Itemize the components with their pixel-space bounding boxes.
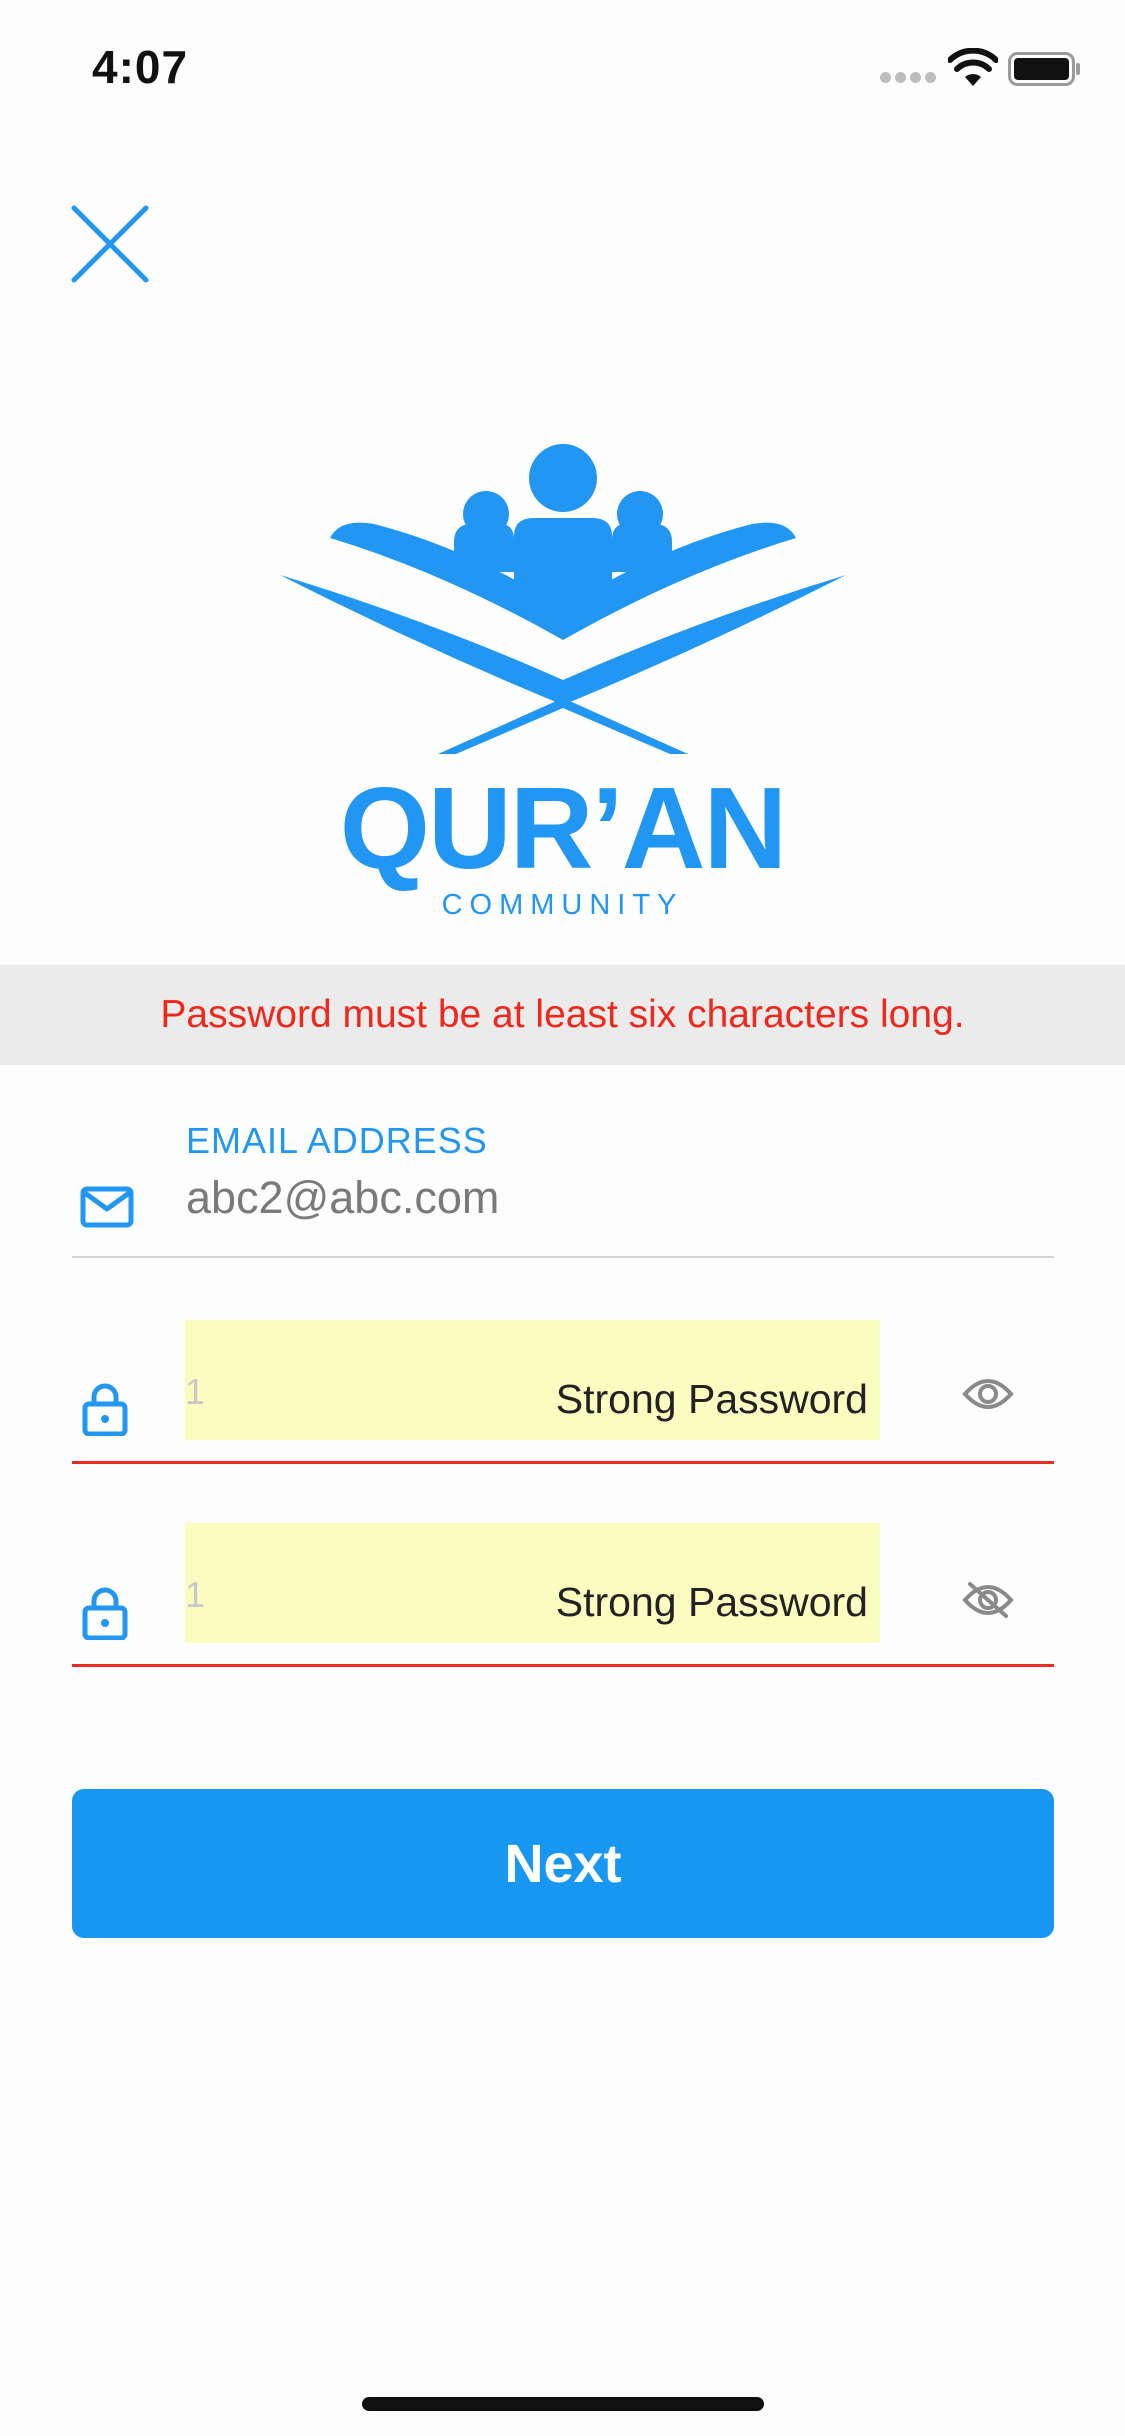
wifi-icon [948, 48, 998, 86]
signup-screen: 4:07 QUR’AN COMMUNITY Password must be a… [0, 0, 1125, 2436]
confirm-password-underline [72, 1664, 1054, 1667]
confirm-password-field[interactable]: 1 Strong Password [185, 1523, 880, 1643]
home-indicator [362, 2397, 764, 2411]
lock-icon [82, 1587, 128, 1640]
error-banner: Password must be at least six characters… [0, 965, 1125, 1065]
email-field[interactable]: abc2@abc.com [186, 1172, 499, 1224]
lock-icon [82, 1383, 128, 1436]
confirm-password-strength: Strong Password [555, 1579, 868, 1625]
eye-icon[interactable] [962, 1374, 1014, 1414]
mail-icon [80, 1186, 134, 1228]
password-value: 1 [185, 1371, 206, 1412]
confirm-password-value: 1 [185, 1574, 206, 1615]
email-underline [72, 1256, 1054, 1258]
signal-icon [880, 72, 936, 86]
next-button[interactable]: Next [72, 1789, 1054, 1938]
battery-icon [1008, 52, 1080, 86]
status-time: 4:07 [92, 41, 189, 93]
email-label: EMAIL ADDRESS [186, 1120, 488, 1161]
password-underline [72, 1461, 1054, 1464]
password-field[interactable]: 1 Strong Password [185, 1320, 880, 1440]
logo-subtitle: COMMUNITY [441, 889, 684, 921]
quran-community-logo [280, 444, 846, 754]
password-strength: Strong Password [555, 1376, 868, 1422]
eye-off-icon[interactable] [962, 1580, 1014, 1620]
error-message: Password must be at least six characters… [160, 993, 965, 1036]
close-icon[interactable] [68, 202, 152, 286]
logo-title: QUR’AN [339, 763, 788, 893]
